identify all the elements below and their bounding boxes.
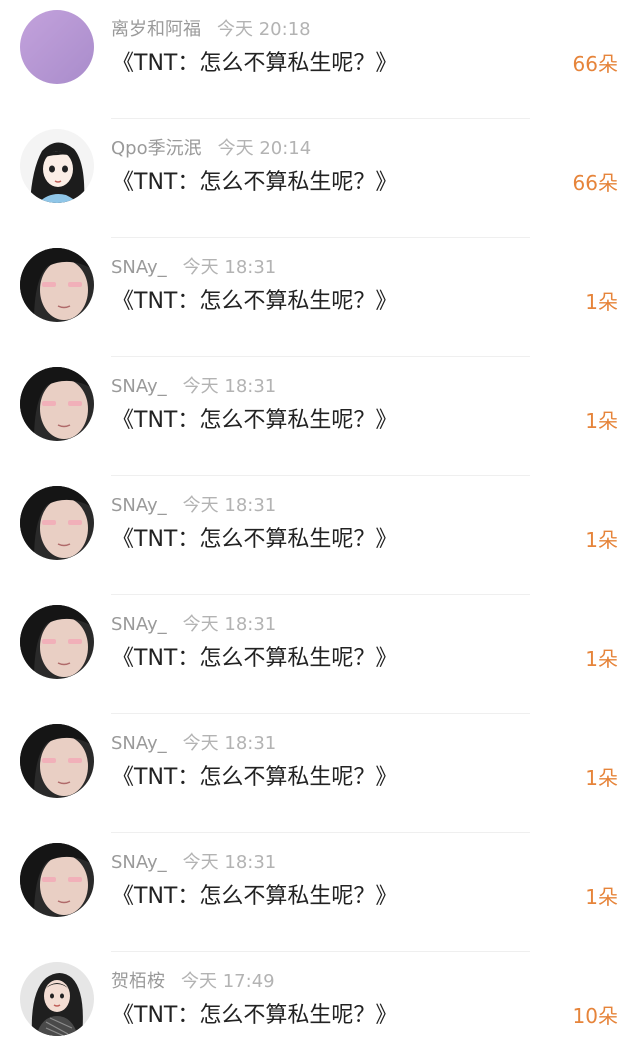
item-meta: SNAy_ 今天 18:31 (111, 494, 276, 518)
flower-count: 66朵 (572, 52, 618, 76)
avatar[interactable] (20, 248, 94, 322)
message-text: 《TNT：怎么不算私生呢？》 (112, 646, 398, 671)
timestamp: 今天 20:14 (217, 138, 312, 159)
user-name[interactable]: 离岁和阿福 (111, 19, 201, 40)
flower-count: 1朵 (585, 528, 618, 552)
user-name[interactable]: SNAy_ (111, 257, 167, 278)
list-item[interactable]: SNAy_ 今天 18:31 《TNT：怎么不算私生呢？》 1朵 (0, 595, 640, 714)
cartoon-girl-avatar-icon (20, 129, 94, 203)
list-item[interactable]: 离岁和阿福 今天 20:18 《TNT：怎么不算私生呢？》 66朵 (0, 0, 640, 119)
girl-photo-avatar-icon (20, 724, 94, 798)
flower-count: 1朵 (585, 766, 618, 790)
avatar[interactable] (20, 724, 94, 798)
user-name[interactable]: 贺栢桉 (111, 971, 165, 992)
avatar[interactable] (20, 367, 94, 441)
timestamp: 今天 18:31 (182, 733, 277, 754)
list-item[interactable]: SNAy_ 今天 18:31 《TNT：怎么不算私生呢？》 1朵 (0, 833, 640, 952)
list-item[interactable]: 贺栢桉 今天 17:49 《TNT：怎么不算私生呢？》 10朵 (0, 952, 640, 1050)
item-meta: SNAy_ 今天 18:31 (111, 732, 276, 756)
item-meta: SNAy_ 今天 18:31 (111, 256, 276, 280)
girl-photo-avatar-icon (20, 605, 94, 679)
item-meta: Qpo季沅泯 今天 20:14 (111, 137, 311, 161)
avatar[interactable] (20, 129, 94, 203)
list-item[interactable]: Qpo季沅泯 今天 20:14 《TNT：怎么不算私生呢？》 66朵 (0, 119, 640, 238)
message-text: 《TNT：怎么不算私生呢？》 (112, 51, 398, 76)
avatar[interactable] (20, 843, 94, 917)
list-item[interactable]: SNAy_ 今天 18:31 《TNT：怎么不算私生呢？》 1朵 (0, 238, 640, 357)
avatar[interactable] (20, 10, 94, 84)
flower-count: 1朵 (585, 409, 618, 433)
message-text: 《TNT：怎么不算私生呢？》 (112, 884, 398, 909)
flower-count: 1朵 (585, 290, 618, 314)
item-meta: 贺栢桉 今天 17:49 (111, 970, 275, 994)
item-meta: 离岁和阿福 今天 20:18 (111, 18, 311, 42)
item-meta: SNAy_ 今天 18:31 (111, 613, 276, 637)
timestamp: 今天 18:31 (182, 852, 277, 873)
message-text: 《TNT：怎么不算私生呢？》 (112, 289, 398, 314)
item-meta: SNAy_ 今天 18:31 (111, 851, 276, 875)
woman-photo-avatar-icon (20, 962, 94, 1036)
girl-photo-avatar-icon (20, 367, 94, 441)
message-text: 《TNT：怎么不算私生呢？》 (112, 765, 398, 790)
flower-count: 66朵 (572, 171, 618, 195)
user-name[interactable]: SNAy_ (111, 376, 167, 397)
gift-list: 离岁和阿福 今天 20:18 《TNT：怎么不算私生呢？》 66朵 Qpo季沅泯今… (0, 0, 640, 1050)
list-item[interactable]: SNAy_ 今天 18:31 《TNT：怎么不算私生呢？》 1朵 (0, 714, 640, 833)
timestamp: 今天 18:31 (182, 257, 277, 278)
avatar[interactable] (20, 962, 94, 1036)
girl-photo-avatar-icon (20, 486, 94, 560)
timestamp: 今天 20:18 (217, 19, 311, 40)
avatar[interactable] (20, 486, 94, 560)
timestamp: 今天 18:31 (182, 614, 277, 635)
timestamp: 今天 18:31 (182, 495, 277, 516)
message-text: 《TNT：怎么不算私生呢？》 (112, 170, 398, 195)
girl-photo-avatar-icon (20, 248, 94, 322)
user-name[interactable]: SNAy_ (111, 495, 167, 516)
user-name[interactable]: SNAy_ (111, 733, 167, 754)
user-name[interactable]: SNAy_ (111, 852, 167, 873)
user-name[interactable]: Qpo季沅泯 (111, 138, 202, 159)
avatar[interactable] (20, 605, 94, 679)
flower-count: 1朵 (585, 647, 618, 671)
user-name[interactable]: SNAy_ (111, 614, 167, 635)
flower-count: 1朵 (585, 885, 618, 909)
message-text: 《TNT：怎么不算私生呢？》 (112, 527, 398, 552)
timestamp: 今天 17:49 (181, 971, 275, 992)
girl-photo-avatar-icon (20, 843, 94, 917)
list-item[interactable]: SNAy_ 今天 18:31 《TNT：怎么不算私生呢？》 1朵 (0, 476, 640, 595)
message-text: 《TNT：怎么不算私生呢？》 (112, 1003, 398, 1028)
purple-circle-avatar-icon (20, 10, 94, 84)
item-meta: SNAy_ 今天 18:31 (111, 375, 276, 399)
flower-count: 10朵 (572, 1004, 618, 1028)
timestamp: 今天 18:31 (182, 376, 277, 397)
message-text: 《TNT：怎么不算私生呢？》 (112, 408, 398, 433)
list-item[interactable]: SNAy_ 今天 18:31 《TNT：怎么不算私生呢？》 1朵 (0, 357, 640, 476)
